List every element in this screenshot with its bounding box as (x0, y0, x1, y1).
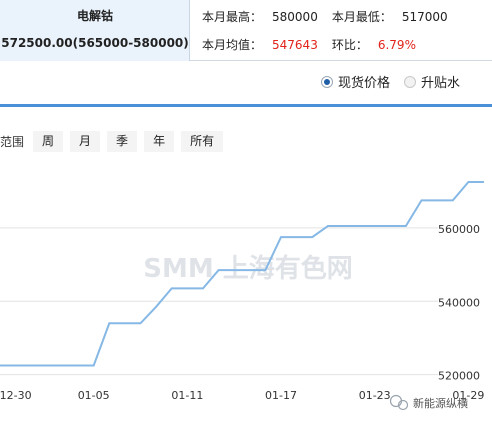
range-all-button[interactable]: 所有 (181, 131, 224, 152)
month-high-label: 本月最高： (202, 10, 263, 24)
x-axis-ticks: 12-30 01-05 01-11 01-17 01-23 01-29 (0, 389, 484, 402)
range-week-button[interactable]: 周 (33, 131, 64, 152)
chart-watermark: SMM 上海有色网 (143, 253, 353, 284)
radio-premium-label: 升贴水 (421, 76, 461, 91)
product-name: 电解钴 (76, 9, 113, 23)
x-tick-label: 01-05 (78, 389, 110, 402)
wechat-logo-icon (389, 394, 409, 411)
month-low-value: 517000 (401, 10, 448, 24)
product-price: 572500.00(565000-580000) (1, 36, 189, 50)
x-tick-label: 01-17 (265, 389, 297, 402)
mom-value: 6.79% (377, 38, 416, 52)
range-selector: 范围 周 月 季 年 所有 (0, 131, 230, 152)
price-summary: 电解钴 572500.00(565000-580000) 本月最高： 580000… (0, 0, 492, 61)
month-high-value: 580000 (272, 10, 318, 24)
y-tick-label: 540000 (438, 296, 480, 309)
stats-row-high-low: 本月最高： 580000 本月最低： 517000 (202, 8, 448, 25)
price-line-chart: SMM 上海有色网 520000 540000 560000 12-30 01-05 0… (0, 181, 484, 411)
range-label: 范围 (0, 135, 25, 149)
range-month-button[interactable]: 月 (70, 131, 101, 152)
y-tick-label: 520000 (438, 370, 480, 383)
stats-row-avg-mom: 本月均值： 547643 环比： 6.79% (202, 36, 416, 53)
radio-unchecked-icon (404, 75, 417, 88)
month-low-label: 本月最低： (331, 10, 392, 24)
footer-brand: 新能源纵横 (389, 394, 468, 411)
x-tick-label: 01-23 (359, 389, 391, 402)
product-cell: 电解钴 572500.00(565000-580000) (0, 0, 190, 61)
month-avg-value: 547643 (272, 38, 318, 52)
month-avg-label: 本月均值： (202, 38, 263, 52)
footer-brand-label: 新能源纵横 (413, 396, 468, 410)
y-axis-ticks: 520000 540000 560000 (438, 223, 480, 383)
radio-spot-price[interactable]: 现货价格 (321, 72, 390, 91)
range-year-button[interactable]: 年 (144, 131, 175, 152)
radio-checked-icon (321, 75, 333, 88)
mom-label: 环比： (331, 38, 368, 52)
section-divider (0, 104, 492, 107)
radio-premium[interactable]: 升贴水 (404, 72, 460, 91)
x-tick-label: 12-30 (0, 389, 32, 402)
radio-spot-price-label: 现货价格 (338, 76, 391, 91)
range-quarter-button[interactable]: 季 (107, 131, 138, 152)
price-type-selector: 现货价格 升贴水 (321, 72, 474, 91)
y-tick-label: 560000 (438, 223, 480, 236)
x-tick-label: 01-11 (171, 389, 203, 402)
grid-lines (0, 227, 438, 376)
